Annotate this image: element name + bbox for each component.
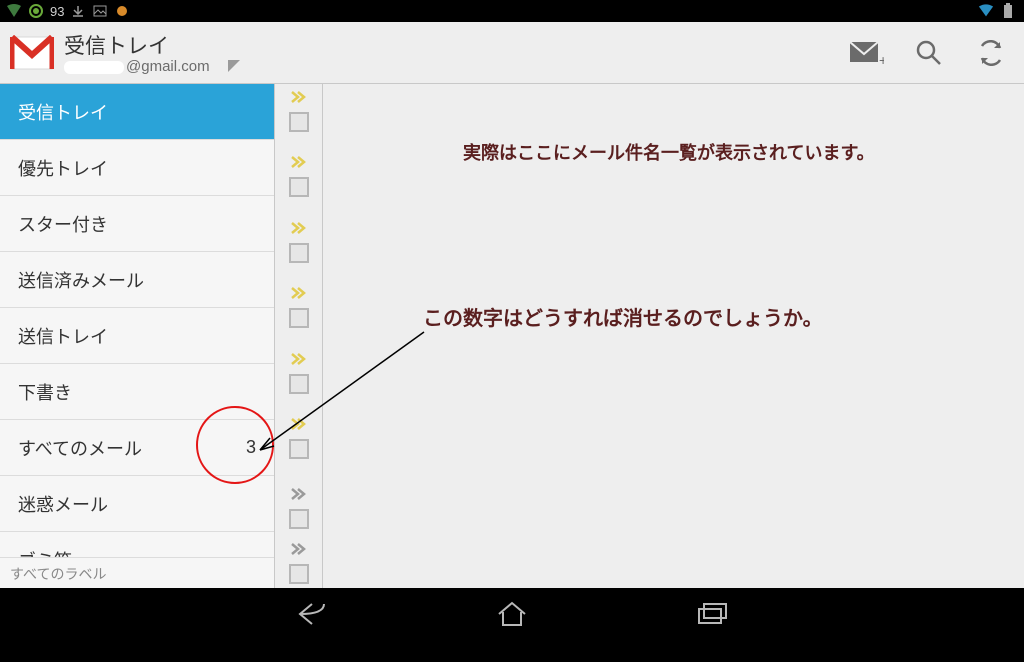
message-checkbox[interactable]: [289, 308, 309, 328]
folder-item-0[interactable]: 受信トレイ: [0, 84, 274, 140]
wifi-signal-icon: [6, 3, 22, 19]
recent-apps-button[interactable]: [682, 594, 742, 634]
wifi-icon: [978, 3, 994, 19]
battery-percent: 93: [50, 4, 64, 19]
importance-chevron-icon[interactable]: [290, 155, 308, 169]
battery-icon: [28, 3, 44, 19]
message-checkbox[interactable]: [289, 509, 309, 529]
folder-label: 優先トレイ: [18, 155, 108, 181]
battery-status-icon: [1000, 3, 1016, 19]
folder-title: 受信トレイ: [64, 30, 210, 60]
importance-chevron-icon[interactable]: [290, 352, 308, 366]
back-button[interactable]: [282, 594, 342, 634]
importance-chevron-icon[interactable]: [290, 417, 308, 431]
folder-label: 受信トレイ: [18, 99, 108, 125]
redacted-name: [64, 61, 124, 74]
app-dot-icon: [114, 3, 130, 19]
message-row[interactable]: [275, 280, 322, 345]
folder-label: 下書き: [18, 379, 72, 405]
message-row[interactable]: [275, 346, 322, 411]
folder-item-5[interactable]: 下書き: [0, 364, 274, 420]
system-nav-bar: [0, 588, 1024, 640]
annotation-text-2: この数字はどうすれば消せるのでしょうか。: [423, 302, 823, 331]
message-checkbox[interactable]: [289, 439, 309, 459]
home-button[interactable]: [482, 594, 542, 634]
folder-item-1[interactable]: 優先トレイ: [0, 140, 274, 196]
folder-label: すべてのメール: [18, 435, 142, 461]
folder-label: ゴミ箱: [18, 547, 72, 558]
folder-item-6[interactable]: すべてのメール 3: [0, 420, 274, 476]
folder-sidebar: 受信トレイ優先トレイスター付き送信済みメール送信トレイ下書きすべてのメール 3 迷惑…: [0, 84, 275, 588]
content-pane: 実際はここにメール件名一覧が表示されています。 この数字はどうすれば消せるのでし…: [323, 84, 1024, 588]
spinner-dropdown-icon[interactable]: [226, 58, 244, 76]
app-bar: 受信トレイ @gmail.com +: [0, 22, 1024, 84]
folder-item-2[interactable]: スター付き: [0, 196, 274, 252]
gmail-logo-icon: [8, 29, 56, 77]
folder-count: 3: [246, 437, 256, 458]
message-checkbox[interactable]: [289, 564, 309, 584]
message-row[interactable]: [275, 215, 322, 280]
folder-item-7[interactable]: 迷惑メール: [0, 476, 274, 532]
importance-chevron-icon[interactable]: [290, 221, 308, 235]
app-title-block[interactable]: 受信トレイ @gmail.com: [64, 30, 210, 75]
importance-chevron-icon[interactable]: [290, 487, 308, 501]
all-labels-header[interactable]: すべてのラベル: [0, 557, 274, 588]
picture-icon: [92, 3, 108, 19]
annotation-text-1: 実際はここにメール件名一覧が表示されています。: [463, 139, 875, 165]
message-row[interactable]: [275, 477, 322, 533]
folder-label: 送信トレイ: [18, 323, 108, 349]
status-bar: 93: [0, 0, 1024, 22]
folder-label: 迷惑メール: [18, 491, 108, 517]
message-checkbox[interactable]: [289, 243, 309, 263]
folder-label: スター付き: [18, 211, 108, 237]
account-email: @gmail.com: [64, 58, 210, 75]
download-icon: [70, 3, 86, 19]
importance-chevron-icon[interactable]: [290, 286, 308, 300]
message-checkbox[interactable]: [289, 112, 309, 132]
message-checkbox[interactable]: [289, 374, 309, 394]
message-list-strip: [275, 84, 323, 588]
folder-item-3[interactable]: 送信済みメール: [0, 252, 274, 308]
importance-chevron-icon[interactable]: [290, 542, 308, 556]
refresh-button[interactable]: [968, 30, 1014, 76]
folder-label: 送信済みメール: [18, 267, 144, 293]
message-row[interactable]: [275, 532, 322, 588]
importance-chevron-icon[interactable]: [290, 90, 308, 104]
search-button[interactable]: [906, 30, 952, 76]
message-row[interactable]: [275, 149, 322, 214]
message-checkbox[interactable]: [289, 177, 309, 197]
message-row[interactable]: [275, 84, 322, 149]
message-row[interactable]: [275, 411, 322, 476]
folder-item-4[interactable]: 送信トレイ: [0, 308, 274, 364]
compose-button[interactable]: +: [844, 30, 890, 76]
folder-item-8[interactable]: ゴミ箱: [0, 532, 274, 557]
svg-text:+: +: [879, 52, 884, 66]
